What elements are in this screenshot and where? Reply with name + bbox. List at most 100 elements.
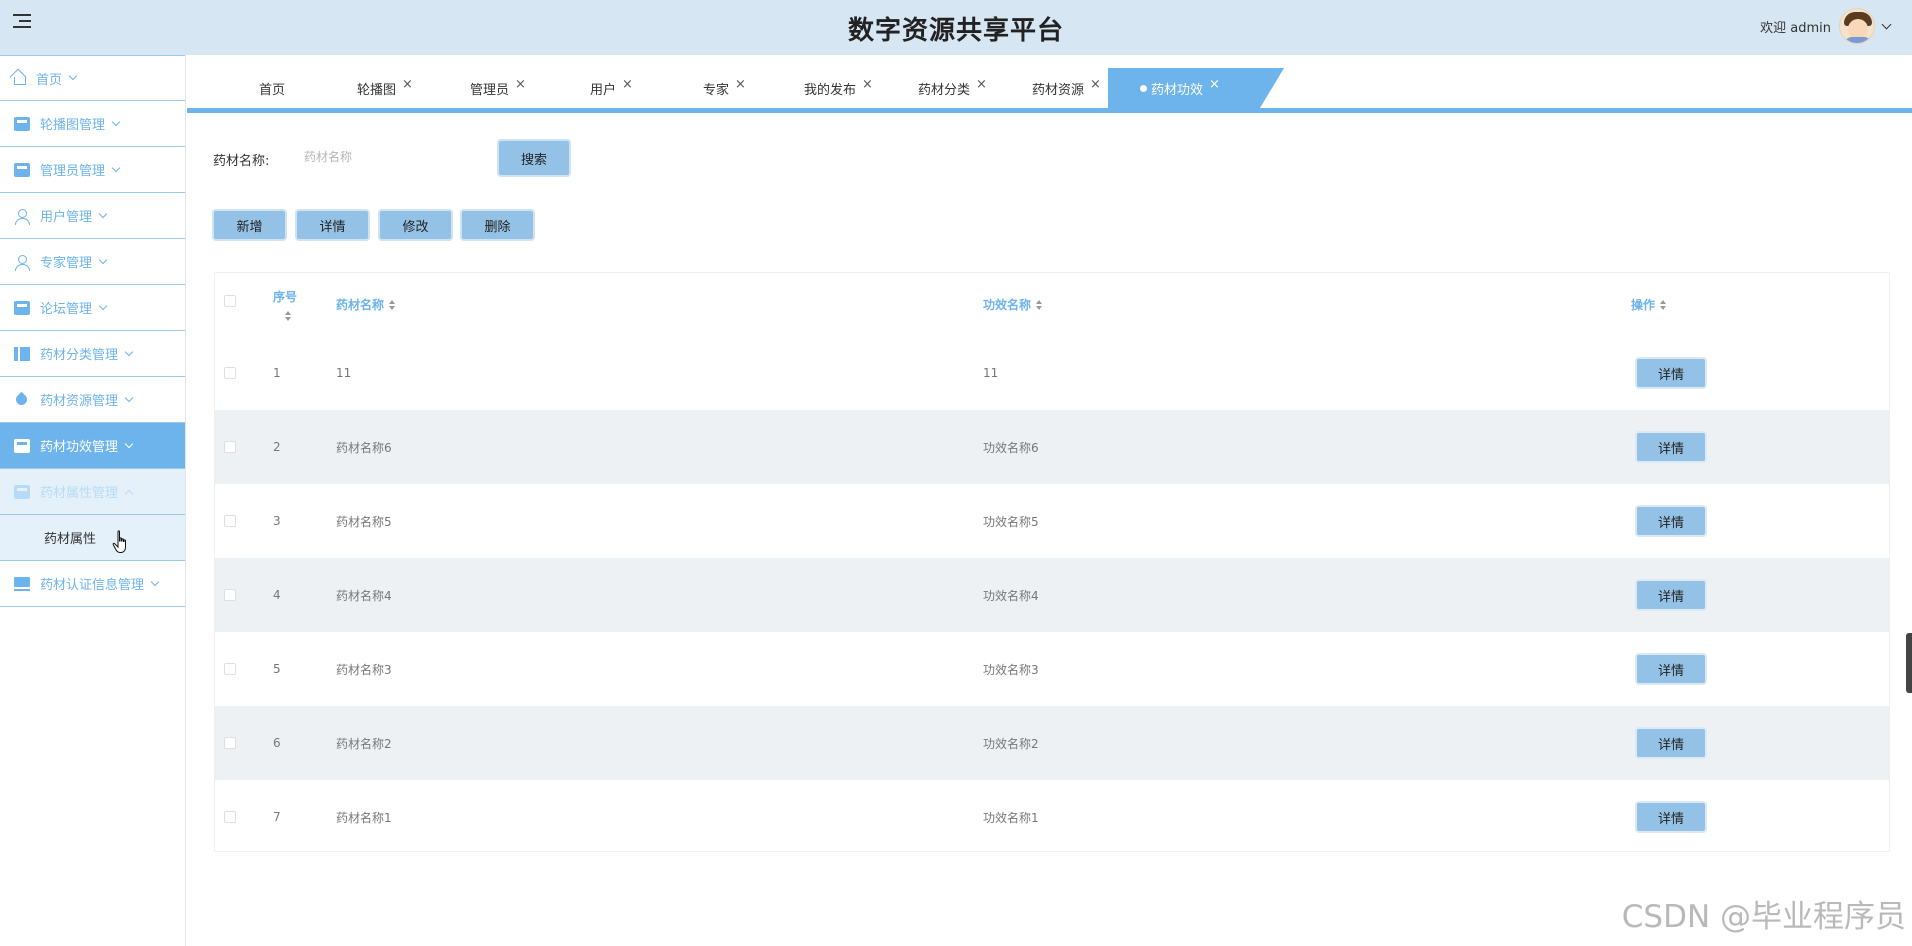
search-input[interactable] — [292, 140, 492, 174]
cell-name: 11 — [336, 366, 352, 380]
row-checkbox[interactable] — [224, 663, 236, 675]
detail-button[interactable]: 详情 — [297, 211, 368, 239]
row-detail-button[interactable]: 详情 — [1637, 507, 1705, 535]
sidebar-item-label: 药材认证信息管理 — [40, 578, 145, 593]
close-icon[interactable]: × — [976, 77, 987, 92]
edit-button[interactable]: 修改 — [380, 211, 451, 239]
scrollbar-handle[interactable] — [1906, 633, 1912, 693]
image-icon — [14, 116, 30, 131]
top-header: 数字资源共享平台 欢迎 admin — [0, 0, 1912, 55]
cell-efficacy: 功效名称1 — [983, 810, 1039, 825]
delete-button[interactable]: 删除 — [462, 211, 533, 239]
avatar[interactable] — [1839, 8, 1875, 44]
cell-efficacy: 功效名称3 — [983, 662, 1039, 677]
sidebar-item-category[interactable]: 药材分类管理 — [0, 331, 185, 377]
select-all-checkbox[interactable] — [224, 295, 236, 307]
column-header-index[interactable]: 序号 — [273, 273, 297, 336]
row-checkbox[interactable] — [224, 811, 236, 823]
sidebar-item-admin[interactable]: 管理员管理 — [0, 147, 185, 193]
table-row: 2 药材名称6 功效名称6 详情 — [215, 410, 1889, 484]
tab-category[interactable]: 药材分类 × — [918, 68, 987, 108]
sidebar-item-certification[interactable]: 药材认证信息管理 — [0, 561, 185, 607]
cell-efficacy: 功效名称5 — [983, 514, 1039, 529]
close-icon[interactable]: × — [515, 77, 526, 92]
row-detail-button[interactable]: 详情 — [1637, 729, 1705, 757]
cell-index: 2 — [273, 440, 281, 454]
cell-index: 1 — [273, 366, 281, 380]
row-detail-button[interactable]: 详情 — [1637, 359, 1705, 387]
sidebar-item-forum[interactable]: 论坛管理 — [0, 285, 185, 331]
user-icon — [14, 208, 30, 225]
welcome-text: 欢迎 admin — [1760, 20, 1831, 36]
sort-icon[interactable] — [285, 311, 291, 321]
column-header-label: 功效名称 — [983, 298, 1032, 312]
hand-cursor-icon — [112, 530, 126, 553]
chevron-up-icon — [124, 489, 134, 498]
tab-label: 专家 — [703, 82, 730, 98]
sort-icon[interactable] — [1660, 299, 1667, 310]
user-menu[interactable]: 欢迎 admin — [1760, 6, 1892, 46]
chevron-down-icon — [124, 393, 134, 402]
sidebar-item-efficacy[interactable]: 药材功效管理 — [0, 423, 185, 469]
tab-label: 用户 — [590, 82, 617, 98]
row-checkbox[interactable] — [224, 441, 236, 453]
sidebar-item-home[interactable]: 首页 — [0, 55, 185, 101]
tab-bar: 首页 轮播图 × 管理员 × 用户 × 专家 × 我的发布 × 药材分类 × 药材资源 × 药… — [187, 68, 1912, 110]
table-row: 3 药材名称5 功效名称5 详情 — [215, 484, 1889, 558]
tab-my-posts[interactable]: 我的发布 × — [804, 68, 873, 108]
tab-label: 轮播图 — [357, 82, 397, 98]
tab-home[interactable]: 首页 — [259, 68, 285, 108]
sidebar-subitem-attribute[interactable]: 药材属性 — [0, 515, 185, 561]
tab-efficacy[interactable]: 药材功效 × — [1108, 68, 1284, 108]
sidebar-item-label: 药材属性管理 — [40, 486, 119, 501]
tab-experts[interactable]: 专家 × — [703, 68, 746, 108]
sort-icon[interactable] — [389, 299, 396, 310]
close-icon[interactable]: × — [1090, 77, 1101, 92]
row-checkbox[interactable] — [224, 515, 236, 527]
row-detail-button[interactable]: 详情 — [1637, 655, 1705, 683]
table-header: 序号 药材名称 功效名称 操作 — [215, 273, 1889, 336]
column-header-efficacy[interactable]: 功效名称 — [983, 273, 1043, 336]
column-header-name[interactable]: 药材名称 — [336, 273, 396, 336]
admin-icon — [14, 162, 30, 177]
sidebar-item-experts[interactable]: 专家管理 — [0, 239, 185, 285]
chevron-down-icon — [98, 255, 108, 264]
row-detail-button[interactable]: 详情 — [1637, 581, 1705, 609]
cell-name: 药材名称6 — [336, 440, 392, 455]
sort-icon[interactable] — [1036, 299, 1043, 310]
close-icon[interactable]: × — [622, 77, 633, 92]
cell-name: 药材名称5 — [336, 514, 392, 529]
close-icon[interactable]: × — [862, 77, 873, 92]
cell-name: 药材名称4 — [336, 588, 392, 603]
data-table: 序号 药材名称 功效名称 操作 1 11 11 详情 2 药材名称6 功效名称6… — [214, 272, 1890, 852]
add-button[interactable]: 新增 — [214, 211, 285, 239]
row-detail-button[interactable]: 详情 — [1637, 803, 1705, 831]
cell-index: 5 — [273, 662, 281, 676]
row-checkbox[interactable] — [224, 367, 236, 379]
tab-label: 我的发布 — [804, 82, 857, 98]
close-icon[interactable]: × — [402, 77, 413, 92]
row-checkbox[interactable] — [224, 589, 236, 601]
chevron-down-icon[interactable] — [1881, 19, 1892, 29]
sidebar-item-attribute[interactable]: 药材属性管理 — [0, 469, 185, 515]
table-row: 6 药材名称2 功效名称2 详情 — [215, 706, 1889, 780]
close-icon[interactable]: × — [735, 77, 746, 92]
tab-carousel[interactable]: 轮播图 × — [357, 68, 413, 108]
tab-resource[interactable]: 药材资源 × — [1032, 68, 1101, 108]
sidebar-item-users[interactable]: 用户管理 — [0, 193, 185, 239]
tab-label: 首页 — [259, 82, 286, 98]
close-icon[interactable]: × — [1209, 77, 1220, 92]
chevron-down-icon — [124, 347, 134, 356]
row-checkbox[interactable] — [224, 737, 236, 749]
efficacy-icon — [14, 438, 30, 453]
tab-users[interactable]: 用户 × — [590, 68, 633, 108]
sidebar-item-carousel[interactable]: 轮播图管理 — [0, 101, 185, 147]
row-detail-button[interactable]: 详情 — [1637, 433, 1705, 461]
cell-efficacy: 功效名称4 — [983, 588, 1039, 603]
active-dot-icon — [1140, 84, 1147, 92]
sidebar-item-resource[interactable]: 药材资源管理 — [0, 377, 185, 423]
tab-admin[interactable]: 管理员 × — [470, 68, 526, 108]
column-header-actions[interactable]: 操作 — [1631, 273, 1667, 336]
search-button[interactable]: 搜索 — [499, 141, 569, 175]
chevron-down-icon — [68, 71, 78, 81]
